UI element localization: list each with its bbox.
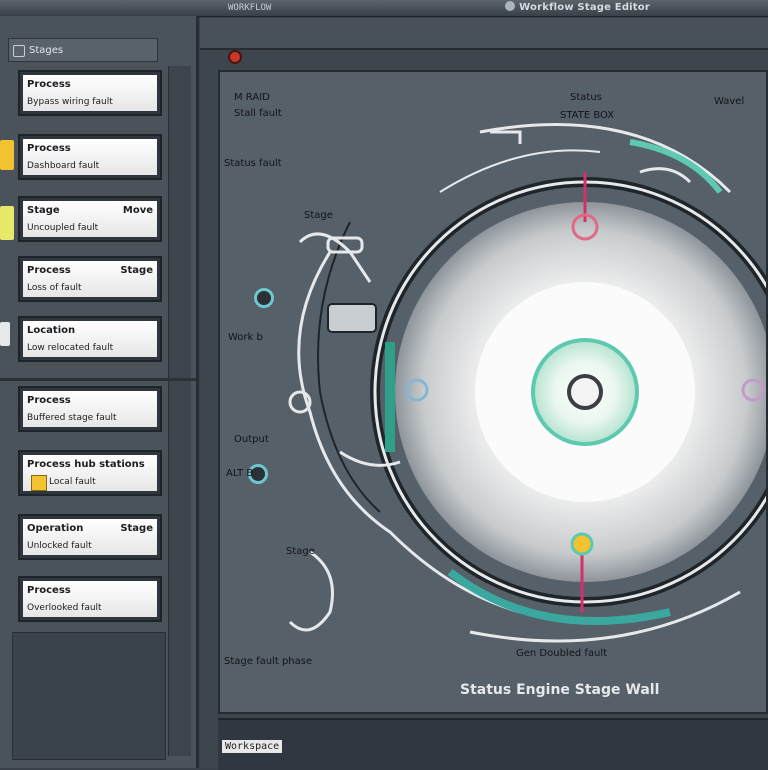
stage-card-title: Process	[27, 143, 71, 154]
canvas-label: M RAID	[234, 92, 270, 103]
window-top-strip: WORKFLOW Workflow Stage Editor	[0, 0, 768, 17]
stage-card-title: Process	[27, 79, 71, 90]
canvas-label: Stage fault phase	[224, 656, 313, 667]
canvas-label: Gen Doubled fault	[516, 648, 608, 659]
stage-card-subtitle: Low relocated fault	[27, 343, 114, 353]
stage-card-title: Operation	[27, 523, 84, 534]
window-tab-label[interactable]: WORKFLOW	[228, 3, 271, 13]
status-marker	[0, 206, 14, 240]
bracket-path	[639, 167, 692, 184]
stage-card-subtitle: Uncoupled fault	[27, 223, 99, 233]
stage-card-title: Process	[27, 585, 71, 596]
ring-accent	[629, 139, 723, 194]
stage-card[interactable]: Stage Move Uncoupled fault	[18, 196, 162, 242]
sidebar-scrollbar[interactable]	[168, 66, 191, 756]
stage-card-subtitle: Bypass wiring fault	[27, 97, 113, 107]
warning-icon	[31, 475, 47, 491]
canvas-label: Stage	[304, 210, 333, 221]
diagram-canvas[interactable]: M RAID Stall fault Status STATE BOX Stat…	[218, 70, 768, 714]
list-icon	[13, 45, 25, 57]
canvas-label: ALT B	[226, 468, 254, 479]
window-title: Workflow Stage Editor	[505, 1, 650, 15]
stage-card-subtitle: Loss of fault	[27, 283, 82, 293]
stage-card-tag: Stage	[120, 265, 153, 276]
stage-card-title: Process hub stations	[27, 459, 145, 470]
status-bar: Workspace	[218, 718, 768, 770]
sidebar-divider	[0, 378, 196, 381]
stage-card[interactable]: Process Bypass wiring fault	[18, 70, 162, 116]
stage-card[interactable]: Operation Stage Unlocked fault	[18, 514, 162, 560]
stage-card[interactable]: Process Dashboard fault	[18, 134, 162, 180]
stage-card-subtitle: Overlooked fault	[27, 603, 102, 613]
diagram-svg	[288, 123, 766, 643]
stage-card-tag: Move	[122, 205, 153, 216]
stage-card-title: Process	[27, 265, 71, 276]
canvas-label: Output	[234, 434, 269, 445]
window-title-text: Workflow Stage Editor	[519, 2, 650, 13]
stage-card-subtitle: Local fault	[49, 477, 96, 487]
canvas-label: Stall fault	[234, 108, 282, 119]
canvas-caption: Status Engine Stage Wall	[460, 682, 660, 698]
status-marker	[0, 322, 10, 346]
stage-card-subtitle: Unlocked fault	[27, 541, 92, 551]
hub-center[interactable]	[567, 374, 603, 410]
connector-block	[327, 303, 377, 333]
stage-card-title: Process	[27, 395, 71, 406]
stage-card-subtitle: Buffered stage fault	[27, 413, 117, 423]
editor-titlebar	[200, 18, 768, 50]
bracket-path	[288, 550, 334, 632]
canvas-label: Wavel	[714, 96, 745, 107]
editor-panel: M RAID Stall fault Status STATE BOX Stat…	[200, 18, 768, 770]
stage-card[interactable]: Process Buffered stage fault	[18, 386, 162, 432]
stage-card-title: Stage	[27, 205, 60, 216]
canvas-label: STATE BOX	[560, 110, 615, 121]
canvas-label: Work b	[228, 332, 263, 343]
stage-card[interactable]: Process Stage Loss of fault	[18, 256, 162, 302]
port-node[interactable]	[254, 288, 274, 308]
canvas-label: Status fault	[224, 158, 282, 169]
stage-card[interactable]: Process Overlooked fault	[18, 576, 162, 622]
app-icon	[505, 1, 516, 11]
stage-card[interactable]: Process hub stations Local fault	[18, 450, 162, 496]
sidebar: Stages Process Bypass wiring fault Proce…	[0, 16, 199, 768]
canvas-label: Stage	[286, 546, 315, 557]
stage-card-title: Location	[27, 325, 76, 336]
stage-card-subtitle: Dashboard fault	[27, 161, 100, 171]
stage-card[interactable]: Location Low relocated fault	[18, 316, 162, 362]
stage-card-tag: Stage	[120, 523, 153, 534]
sidebar-header[interactable]: Stages	[8, 38, 158, 62]
status-marker	[0, 140, 14, 170]
bracket-path	[490, 130, 522, 144]
status-bar-text: Workspace	[222, 740, 283, 753]
empty-card-slot	[12, 632, 166, 760]
sidebar-header-label: Stages	[29, 44, 64, 56]
cable-path	[317, 221, 381, 513]
pin-node[interactable]	[570, 532, 594, 556]
record-icon[interactable]	[230, 52, 240, 62]
canvas-label: Status	[570, 92, 602, 103]
